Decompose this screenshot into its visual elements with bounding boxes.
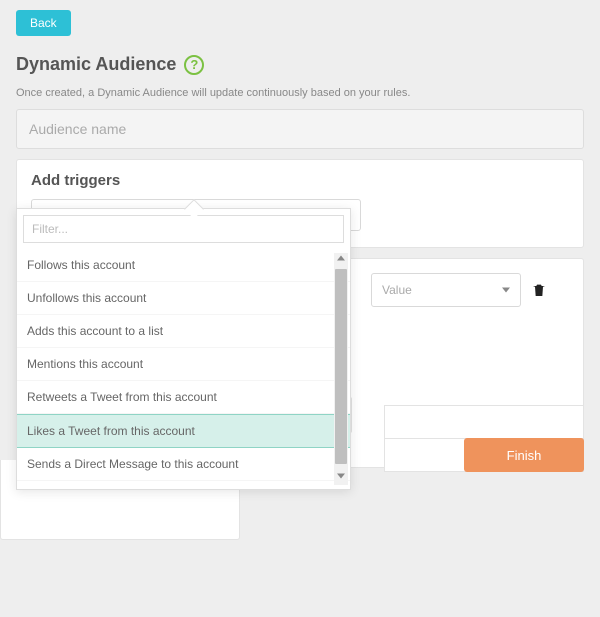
trigger-filter-input[interactable] (23, 215, 344, 243)
scroll-thumb[interactable] (335, 269, 347, 464)
scroll-down-button[interactable] (334, 471, 348, 485)
stack-row[interactable] (384, 405, 584, 439)
delete-icon[interactable] (531, 280, 547, 300)
back-button[interactable]: Back (16, 10, 71, 36)
page-title: Dynamic Audience (16, 54, 176, 75)
trigger-dropdown: Follows this accountUnfollows this accou… (16, 208, 351, 490)
trigger-option[interactable]: Adds this account to a list (17, 315, 350, 348)
audience-name-input[interactable] (16, 109, 584, 149)
condition-value-select[interactable]: Value (371, 273, 521, 307)
finish-button[interactable]: Finish (464, 438, 584, 472)
trigger-option[interactable]: Unfollows this account (17, 282, 350, 315)
page-description: Once created, a Dynamic Audience will up… (16, 87, 584, 99)
value-placeholder: Value (382, 283, 412, 297)
help-icon[interactable]: ? (184, 55, 204, 75)
trigger-option[interactable]: Follows this account (17, 249, 350, 282)
triggers-heading: Add triggers (31, 172, 569, 189)
trigger-option[interactable]: Mentions this account (17, 348, 350, 381)
trigger-option[interactable]: Retweets a Tweet from this account (17, 381, 350, 414)
trigger-option[interactable]: Sends a Direct Message to this account (17, 448, 350, 481)
trigger-option[interactable]: Likes a Tweet from this account (17, 414, 350, 448)
caret-down-icon (502, 288, 510, 293)
trigger-option[interactable]: Is a new member of this Monitoring (17, 481, 350, 489)
dropdown-scrollbar[interactable] (334, 253, 348, 485)
scroll-up-button[interactable] (334, 253, 348, 267)
